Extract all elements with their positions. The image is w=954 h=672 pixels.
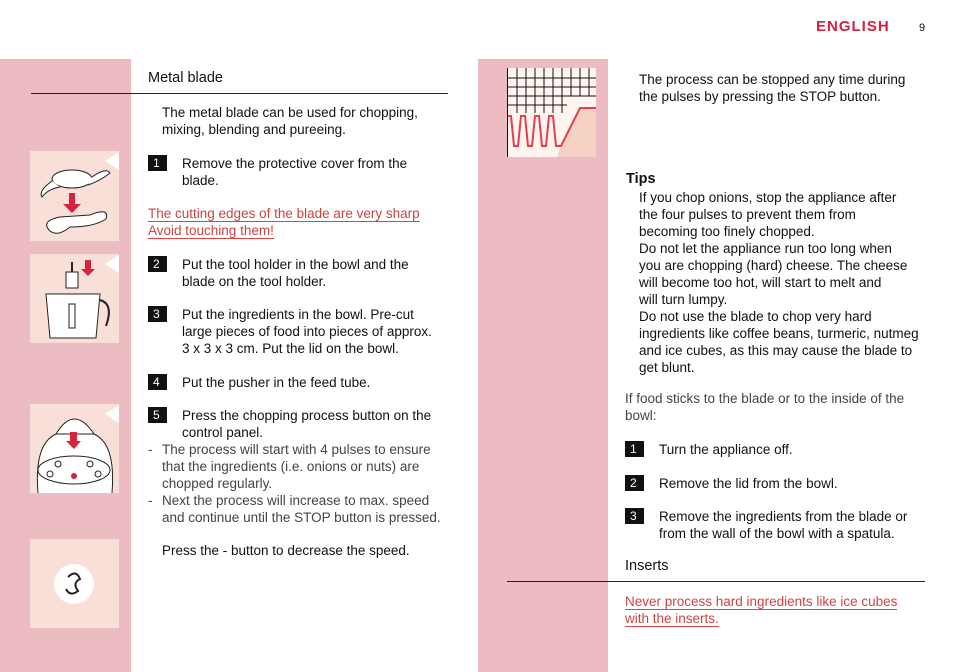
bullet-list: - The process will start with 4 pulses t… (148, 441, 458, 526)
text-line: Put the tool holder in the bowl and the (182, 257, 409, 272)
text-line: the four pulses to prevent them from (639, 207, 856, 222)
text-line: The process can be stopped any time duri… (639, 72, 906, 87)
text-line: becoming too finely chopped. (639, 224, 815, 239)
step-5-text: Press the chopping process button on the… (182, 407, 431, 441)
step-3-text: Put the ingredients in the bowl. Pre-cut… (182, 306, 432, 357)
step-number: 5 (148, 407, 167, 423)
intro-text: The metal blade can be used for chopping… (162, 104, 418, 138)
pointer-arrow (105, 255, 119, 273)
speed-note: Press the - button to decrease the speed… (162, 543, 410, 558)
text-line: control panel. (182, 425, 264, 440)
text-line: Put the ingredients in the bowl. Pre-cut (182, 307, 414, 322)
text-line: The metal blade can be used for chopping… (162, 105, 418, 120)
text-line: the pulses by pressing the STOP button. (639, 89, 881, 104)
divider (507, 581, 925, 582)
pointer-arrow (105, 152, 119, 170)
text-line: Do not let the appliance run too long wh… (639, 241, 892, 256)
text-line: Press the chopping process button on the (182, 408, 432, 423)
step-number: 2 (148, 256, 167, 272)
stop-note: The process can be stopped any time duri… (639, 71, 905, 105)
cleaning-step-1: Turn the appliance off. (659, 442, 793, 457)
step-4-text: Put the pusher in the feed tube. (182, 374, 370, 391)
text-line: will become too hot, will start to melt … (639, 275, 882, 290)
bullet-dash: - (148, 442, 153, 457)
text-line: blade on the tool holder. (182, 274, 327, 289)
section-heading-inserts: Inserts (625, 558, 669, 574)
text-line: large pieces of food into pieces of appr… (182, 324, 432, 339)
text-line: The process will start with 4 pulses to … (162, 442, 431, 457)
text-line: bowl: (625, 408, 657, 423)
text-line: get blunt. (639, 360, 695, 375)
text-line: Put the pusher in the feed tube. (182, 375, 371, 390)
bullet-item: - Next the process will increase to max.… (148, 492, 458, 526)
text-line: ingredients like coffee beans, turmeric,… (639, 326, 919, 341)
step-number: 3 (625, 508, 644, 524)
text-line: Never process hard ingredients like ice … (625, 594, 898, 610)
text-line: Do not use the blade to chop very hard (639, 309, 872, 324)
text-line: you are chopping (hard) cheese. The chee… (639, 258, 908, 273)
step-number: 2 (625, 475, 644, 491)
illustration-speed-button (30, 539, 119, 628)
warning-text: The cutting edges of the blade are very … (148, 205, 420, 239)
text-line: mixing, blending and pureeing. (162, 122, 346, 137)
text-line: will turn lumpy. (639, 292, 728, 307)
text-line: The cutting edges of the blade are very … (148, 206, 420, 222)
text-line: Remove the protective cover from the (182, 156, 408, 171)
bullet-item: - The process will start with 4 pulses t… (148, 441, 458, 492)
divider (31, 93, 448, 94)
step-number: 4 (148, 374, 167, 390)
tips-text: If you chop onions, stop the appliance a… (639, 189, 939, 376)
cleaning-step-3: Remove the ingredients from the blade or… (659, 508, 907, 542)
step-number: 1 (625, 441, 644, 457)
pulse-speed-graph (506, 68, 596, 157)
text-line: Remove the ingredients from the blade or (659, 509, 908, 524)
pointer-arrow (105, 405, 119, 423)
inserts-warning: Never process hard ingredients like ice … (625, 593, 898, 627)
cleaning-step-2: Remove the lid from the bowl. (659, 476, 838, 491)
text-line: Avoid touching them! (148, 223, 274, 239)
text-line: and ice cubes, as this may cause the bla… (639, 343, 913, 358)
text-line: and continue until the STOP button is pr… (162, 510, 441, 525)
bullet-dash: - (148, 493, 153, 508)
step-1-text: Remove the protective cover from the bla… (182, 155, 407, 189)
section-heading-metal-blade: Metal blade (148, 70, 223, 86)
language-label: ENGLISH (816, 18, 890, 35)
tips-heading: Tips (626, 171, 656, 187)
text-line: Next the process will increase to max. s… (162, 493, 430, 508)
text-line: chopped regularly. (162, 476, 273, 491)
text-line: blade. (182, 173, 219, 188)
step-number: 1 (148, 155, 167, 171)
page-number: 9 (919, 22, 926, 34)
text-line: that the ingredients (i.e. onions or nut… (162, 459, 420, 474)
step-2-text: Put the tool holder in the bowl and the … (182, 256, 409, 290)
step-number: 3 (148, 306, 167, 322)
text-line: from the wall of the bowl with a spatula… (659, 526, 895, 541)
text-line: 3 x 3 x 3 cm. Put the lid on the bowl. (182, 341, 399, 356)
stick-note: If food sticks to the blade or to the in… (625, 390, 904, 424)
text-line: with the inserts. (625, 611, 719, 627)
text-line: If you chop onions, stop the appliance a… (639, 190, 897, 205)
text-line: If food sticks to the blade or to the in… (625, 391, 905, 406)
